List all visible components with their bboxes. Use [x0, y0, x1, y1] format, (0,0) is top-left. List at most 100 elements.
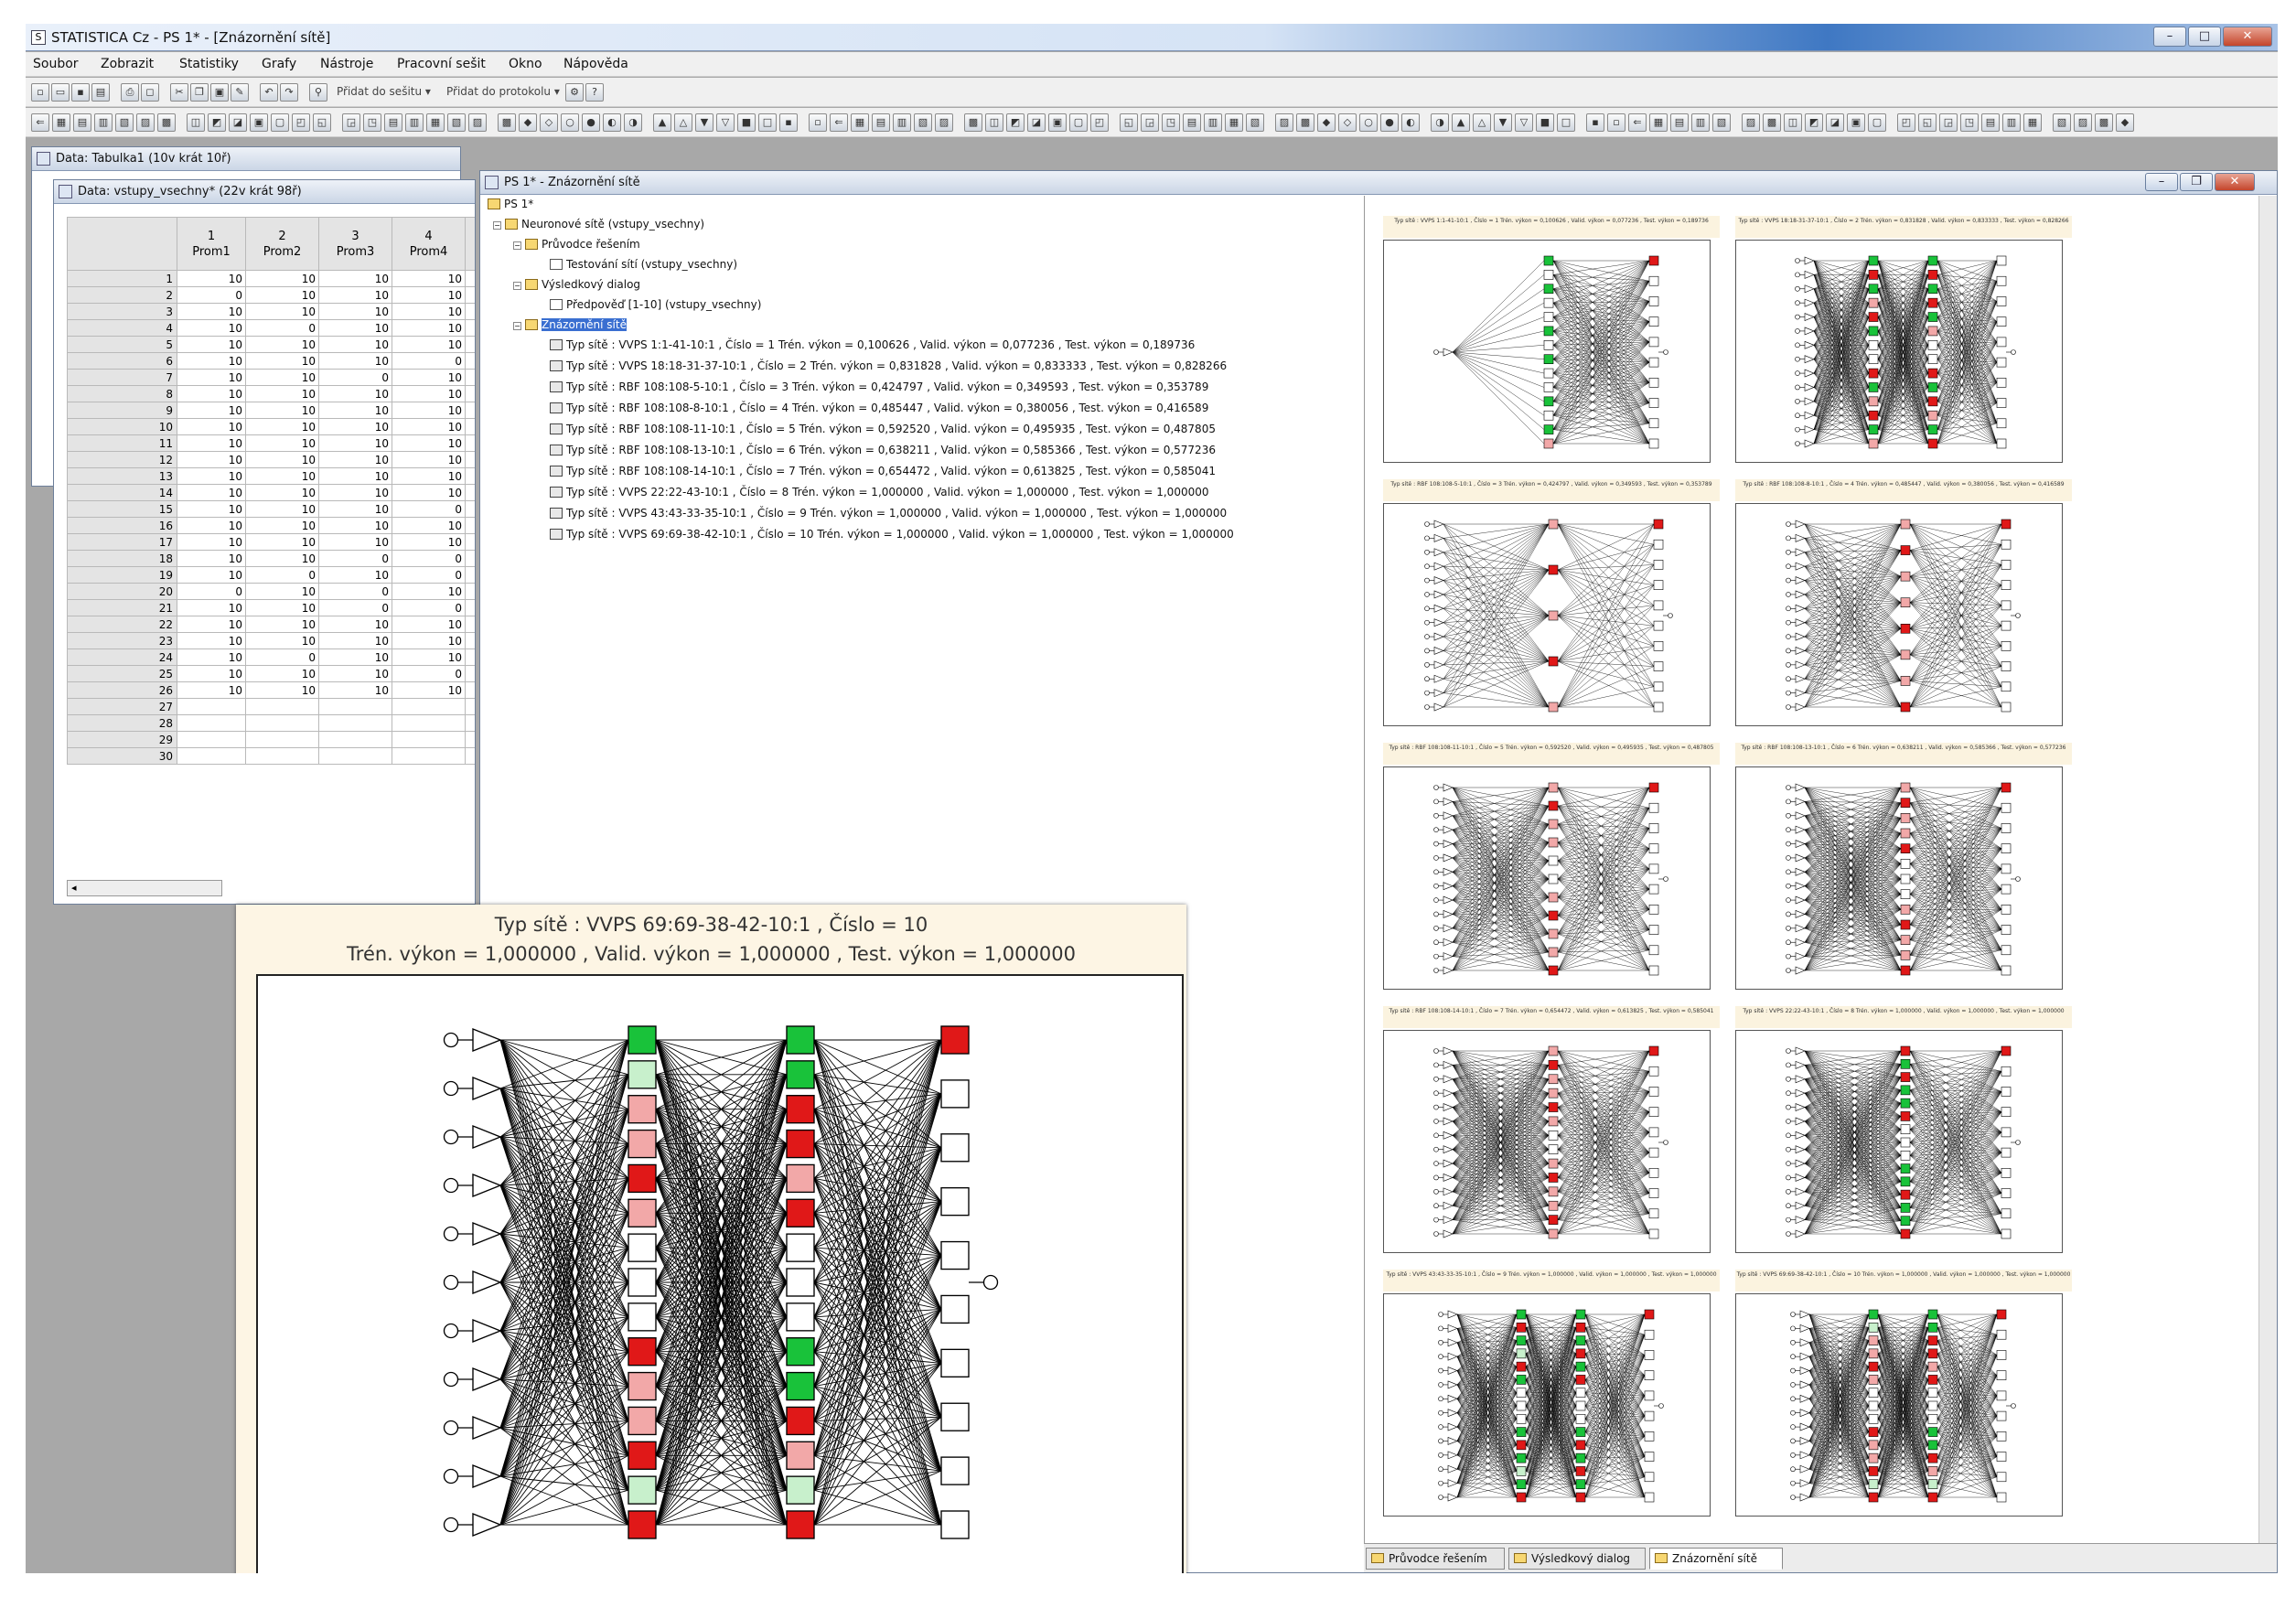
graph-tool-icon[interactable]: ▩ [2095, 113, 2113, 132]
table-cell[interactable]: 10 [392, 418, 466, 435]
table-cell[interactable]: 10 [245, 336, 319, 353]
table-cell[interactable]: 10 [177, 434, 246, 452]
graph-tool-icon[interactable]: ● [1380, 113, 1399, 132]
graph-tool-icon[interactable]: ⇐ [31, 113, 49, 132]
row-header[interactable]: 28 [67, 714, 177, 732]
table-cell[interactable]: 10 [245, 583, 319, 600]
table-cell[interactable]: 10 [392, 369, 466, 386]
table-cell[interactable] [465, 303, 475, 320]
table-cell[interactable]: 0 [392, 352, 466, 370]
table-cell[interactable]: 0 [245, 648, 319, 666]
network-graphs-pane[interactable]: Typ sítě : VVPS 1:1-41-10:1 , Číslo = 1 … [1364, 196, 2257, 1543]
graph-tool-icon[interactable]: ▨ [2074, 113, 2092, 132]
row-header[interactable]: 27 [67, 698, 177, 715]
column-header[interactable]: 2 Prom2 [245, 217, 319, 271]
table-cell[interactable]: 10 [392, 681, 466, 699]
tree-node-network-7[interactable]: Typ sítě : RBF 108:108-14-10:1 , Číslo =… [550, 465, 1216, 477]
graph-tool-icon[interactable]: ▤ [872, 113, 890, 132]
table-cell[interactable] [465, 665, 475, 682]
row-header[interactable]: 11 [67, 434, 177, 452]
table-cell[interactable]: 0 [392, 599, 466, 616]
data-window-vstupy[interactable]: Data: vstupy_vsechny* (22v krát 98ř) 1 Pr… [53, 179, 476, 905]
graph-tool-icon[interactable]: ■ [737, 113, 756, 132]
table-cell[interactable] [465, 583, 475, 600]
table-cell[interactable]: 10 [177, 451, 246, 468]
row-header[interactable]: 15 [67, 500, 177, 518]
graph-tool-icon[interactable]: ◰ [292, 113, 310, 132]
graph-tool-icon[interactable]: △ [1473, 113, 1491, 132]
graph-tool-icon[interactable]: ◫ [1784, 113, 1802, 132]
table-cell[interactable]: 10 [245, 303, 319, 320]
row-header[interactable]: 17 [67, 533, 177, 551]
table-cell[interactable]: 10 [318, 286, 392, 304]
table-cell[interactable]: 10 [318, 319, 392, 337]
table-cell[interactable]: 10 [177, 517, 246, 534]
table-cell[interactable] [465, 286, 475, 304]
table-cell[interactable]: 10 [318, 303, 392, 320]
graph-tool-icon[interactable]: ◳ [1960, 113, 1979, 132]
table-cell[interactable]: 10 [177, 319, 246, 337]
table-cell[interactable]: 10 [177, 369, 246, 386]
graph-tool-icon[interactable]: ◩ [1805, 113, 1823, 132]
graph-tool-icon[interactable]: ▨ [1275, 113, 1293, 132]
table-cell[interactable] [318, 698, 392, 715]
collapse-icon[interactable]: − [493, 221, 501, 230]
graph-tool-icon[interactable]: ◳ [1162, 113, 1180, 132]
table-cell[interactable] [465, 533, 475, 551]
table-cell[interactable]: 10 [177, 550, 246, 567]
table-cell[interactable]: 0 [318, 599, 392, 616]
network-thumbnail-6[interactable]: Typ sítě : RBF 108:108-13-10:1 , Číslo =… [1735, 743, 2072, 994]
table-cell[interactable]: 10 [392, 270, 466, 287]
graph-tool-icon[interactable]: △ [674, 113, 692, 132]
table-cell[interactable]: 10 [177, 484, 246, 501]
table-cell[interactable]: 10 [245, 599, 319, 616]
table-cell[interactable]: 10 [245, 418, 319, 435]
row-header[interactable]: 7 [67, 369, 177, 386]
tree-node-testovani[interactable]: Testování sítí (vstupy_vsechny) [550, 258, 737, 271]
tree-node-network-2[interactable]: Typ sítě : VVPS 18:18-31-37-10:1 , Číslo… [550, 359, 1227, 372]
graph-tool-icon[interactable]: ◆ [2116, 113, 2134, 132]
table-cell[interactable] [392, 698, 466, 715]
open-icon[interactable]: ▭ [51, 83, 70, 102]
tab-znazorneni[interactable]: Znázornění sítě [1649, 1548, 1783, 1570]
graph-tool-icon[interactable]: ◫ [187, 113, 205, 132]
graph-tool-icon[interactable]: ▩ [498, 113, 516, 132]
tree-root[interactable]: PS 1* [488, 198, 533, 210]
table-cell[interactable]: 10 [392, 467, 466, 485]
table-cell[interactable] [465, 698, 475, 715]
graph-tool-icon[interactable]: ▥ [2002, 113, 2021, 132]
graph-tool-icon[interactable]: ▦ [52, 113, 70, 132]
row-header[interactable]: 18 [67, 550, 177, 567]
table-cell[interactable]: 10 [392, 319, 466, 337]
graph-tool-icon[interactable]: ▩ [1296, 113, 1314, 132]
graph-tool-icon[interactable]: ▥ [1691, 113, 1710, 132]
row-header[interactable]: 14 [67, 484, 177, 501]
table-cell[interactable]: 10 [392, 336, 466, 353]
table-cell[interactable]: 0 [318, 583, 392, 600]
table-cell[interactable] [465, 484, 475, 501]
menu-napoveda[interactable]: Nápověda [563, 57, 628, 71]
graph-tool-icon[interactable]: ◐ [603, 113, 621, 132]
table-cell[interactable]: 10 [177, 599, 246, 616]
preview-icon[interactable]: ◻ [141, 83, 159, 102]
graph-tool-icon[interactable]: ▪ [1586, 113, 1604, 132]
table-cell[interactable] [318, 714, 392, 732]
graph-tool-icon[interactable]: ◩ [1006, 113, 1025, 132]
row-header[interactable]: 4 [67, 319, 177, 337]
graph-tool-icon[interactable]: ◫ [985, 113, 1003, 132]
table-cell[interactable]: 0 [245, 319, 319, 337]
graph-tool-icon[interactable]: ▤ [1670, 113, 1689, 132]
row-header[interactable]: 24 [67, 648, 177, 666]
tree-node-network-6[interactable]: Typ sítě : RBF 108:108-13-10:1 , Číslo =… [550, 444, 1216, 456]
row-header[interactable]: 26 [67, 681, 177, 699]
row-header[interactable]: 1 [67, 270, 177, 287]
table-cell[interactable]: 0 [177, 286, 246, 304]
graph-tool-icon[interactable]: ▪ [779, 113, 798, 132]
graph-tool-icon[interactable]: ◪ [1826, 113, 1844, 132]
graph-tool-icon[interactable]: ◱ [313, 113, 331, 132]
ps1-restore-button[interactable]: ❐ [2180, 173, 2213, 191]
table-cell[interactable]: 10 [177, 632, 246, 649]
table-cell[interactable]: 10 [245, 434, 319, 452]
table-cell[interactable]: 10 [245, 286, 319, 304]
table-cell[interactable]: 10 [177, 270, 246, 287]
